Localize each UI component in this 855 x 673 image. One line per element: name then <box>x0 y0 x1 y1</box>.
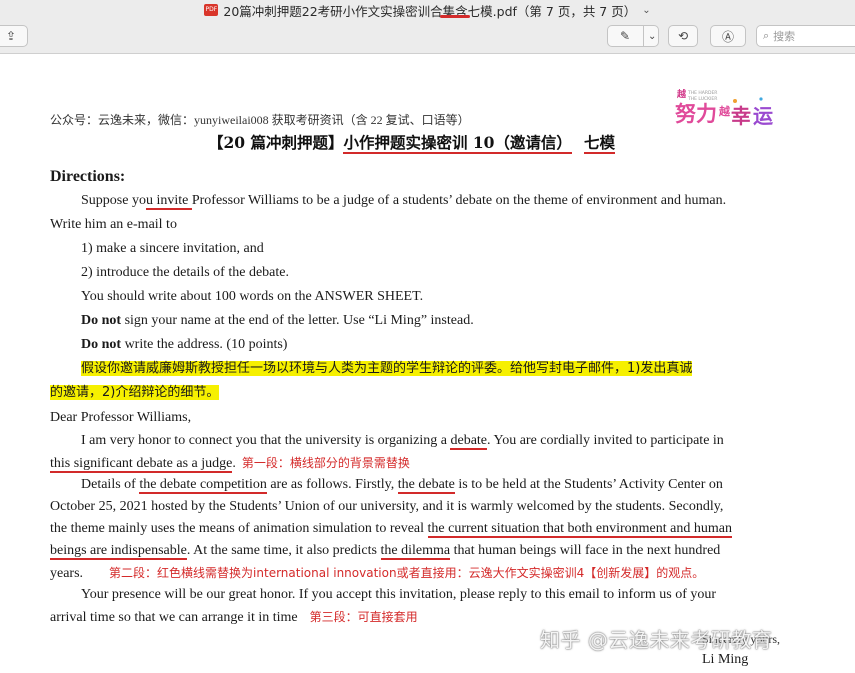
paragraph-2-line-2: October 25, 2021 hosted by the Students’… <box>50 499 724 514</box>
underlined-phrase: the debate competition <box>139 477 267 494</box>
document-header: 公众号：云逸未来，微信：yunyiweilai008 获取考研资讯（含 22 复… <box>50 113 470 127</box>
text-span: Professor Williams to be a judge of a st… <box>191 193 727 208</box>
bold-do-not: Do not <box>81 337 122 352</box>
zhihu-watermark: 知乎 @云逸未来考研教育 <box>540 628 773 652</box>
svg-text:幸: 幸 <box>731 104 751 127</box>
directions-item-2: 2) introduce the details of the debate. <box>81 265 289 279</box>
document-title: 【20 篇冲刺押题】小作押题实操密训 10（邀请信） 七模 <box>208 133 615 154</box>
bold-do-not: Do not <box>81 313 122 328</box>
underlined-phrase: the current situation that both environm… <box>427 521 732 538</box>
annotate-icon: Ⓐ <box>721 29 734 44</box>
paragraph-2-line-1: Details of the debate competition are as… <box>81 476 723 494</box>
svg-text:越: 越 <box>718 104 731 118</box>
paragraph-3-line-1: Your presence will be our great honor. I… <box>81 587 717 602</box>
share-button[interactable]: ⇪ <box>0 25 28 47</box>
chevron-down-icon[interactable]: ⌄ <box>648 31 656 42</box>
logo-image: 越 THE HARDER THE LUCKIER 努力 越 幸 运 <box>675 88 773 127</box>
underlined-debate: debate <box>450 433 488 450</box>
pdf-file-icon: PDF <box>204 4 219 16</box>
paragraph-3-line-2: arrival time so that we can arrange it i… <box>50 608 418 627</box>
window-titlebar: PDF 20篇冲刺押题22考研小作文实操密训合集含七模.pdf（第 7 页，共 … <box>0 0 855 20</box>
paragraph-1-line-2: this significant debate as a judge. 第一段：横… <box>50 454 410 473</box>
pen-icon: ✎ <box>620 29 631 43</box>
paragraph-2-line-4: beings are indispensable. At the same ti… <box>50 542 720 560</box>
svg-text:THE HARDER: THE HARDER <box>687 90 717 96</box>
share-icon: ⇪ <box>5 29 17 43</box>
paragraph-2-line-3: the theme mainly uses the means of anima… <box>50 520 732 538</box>
text-span: is to be held at the Students’ Activity … <box>454 477 723 492</box>
text-span: . You are cordially invited to participa… <box>487 433 724 448</box>
text-span: years. <box>50 566 84 581</box>
text-span: write the address. (10 points) <box>121 337 288 352</box>
text-span: . At the same time, it also predicts <box>186 543 381 558</box>
text-span: that human beings will face in the next … <box>450 543 721 558</box>
directions-line-1: Suppose you invite Professor Williams to… <box>81 192 726 210</box>
underlined-invite: u invite <box>145 193 192 210</box>
underlined-phrase: this significant debate as a judge <box>50 456 233 473</box>
markup-separator <box>643 26 644 46</box>
toolbar: ⇪ ✎ ⌄ ⟲ Ⓐ ⌕ 搜索 <box>0 20 855 54</box>
title-part-3: 七模 <box>583 133 615 154</box>
search-icon: ⌕ <box>763 29 770 42</box>
chinese-translation-line-2: 的邀请，2)介绍辩论的细节。 <box>50 384 220 402</box>
underlined-phrase: the debate <box>397 477 455 494</box>
title-part-1: 【20 篇冲刺押题】 <box>208 133 344 152</box>
paragraph-2-line-5: years. 第二段：红色横线需替换为international innovati… <box>50 564 704 583</box>
directions-sign-rule: Do not sign your name at the end of the … <box>81 312 474 330</box>
text-span: I am very honor to connect you that the … <box>81 433 451 448</box>
text-span: sign your name at the end of the letter.… <box>121 313 474 328</box>
window-title: 20篇冲刺押题22考研小作文实操密训合集含七模.pdf（第 7 页，共 7 页） <box>223 3 637 19</box>
directions-word-count: You should write about 100 words on the … <box>81 289 424 304</box>
underlined-phrase: the dilemma <box>380 543 451 560</box>
paragraph-1-line-1: I am very honor to connect you that the … <box>81 432 724 450</box>
highlighted-text: 的邀请，2)介绍辩论的细节。 <box>50 385 220 400</box>
text-span: Details of <box>81 477 140 492</box>
title-red-underline <box>440 15 470 18</box>
letter-signature: Li Ming <box>702 652 749 667</box>
svg-text:运: 运 <box>753 104 773 127</box>
rotate-icon: ⟲ <box>677 29 689 43</box>
title-chevron-icon[interactable]: ⌄ <box>642 5 650 16</box>
text-span: arrival time so that we can arrange it i… <box>50 610 298 625</box>
svg-text:努力: 努力 <box>675 102 717 126</box>
title-part-2: 小作押题实操密训 10（邀请信） <box>343 133 572 154</box>
highlighted-text: 假设你邀请威廉姆斯教授担任一场以环境与人类为主题的学生辩论的评委。给他写封电子邮… <box>81 361 693 376</box>
directions-heading: Directions: <box>50 168 126 185</box>
annotate-button[interactable]: Ⓐ <box>710 25 746 47</box>
chinese-translation-line-1: 假设你邀请威廉姆斯教授担任一场以环境与人类为主题的学生辩论的评委。给他写封电子邮… <box>81 360 693 378</box>
search-placeholder: 搜索 <box>773 30 796 43</box>
underlined-phrase: beings are indispensable <box>50 543 187 560</box>
directions-item-1: 1) make a sincere invitation, and <box>81 241 264 256</box>
text-span: are as follows. Firstly, <box>266 477 398 492</box>
rotate-button[interactable]: ⟲ <box>668 25 698 47</box>
text-span: . <box>232 456 236 471</box>
pdf-page: 越 THE HARDER THE LUCKIER 努力 越 幸 运 公众号：云逸… <box>0 55 855 673</box>
letter-salutation: Dear Professor Williams, <box>50 410 192 425</box>
svg-text:越: 越 <box>676 88 687 100</box>
markup-button[interactable]: ✎ ⌄ <box>607 25 659 47</box>
directions-line-2: Write him an e-mail to <box>50 217 177 232</box>
annotation-note-1: 第一段：横线部分的背景需替换 <box>241 456 410 470</box>
annotation-note-3: 第三段：可直接套用 <box>309 610 418 624</box>
annotation-note-2: 第二段：红色横线需替换为international innovation或者直接… <box>109 566 705 580</box>
directions-address-rule: Do not write the address. (10 points) <box>81 336 287 354</box>
text-span: Suppose yo <box>81 193 146 208</box>
text-span: the theme mainly uses the means of anima… <box>50 521 428 536</box>
search-field[interactable]: ⌕ 搜索 <box>756 25 855 47</box>
